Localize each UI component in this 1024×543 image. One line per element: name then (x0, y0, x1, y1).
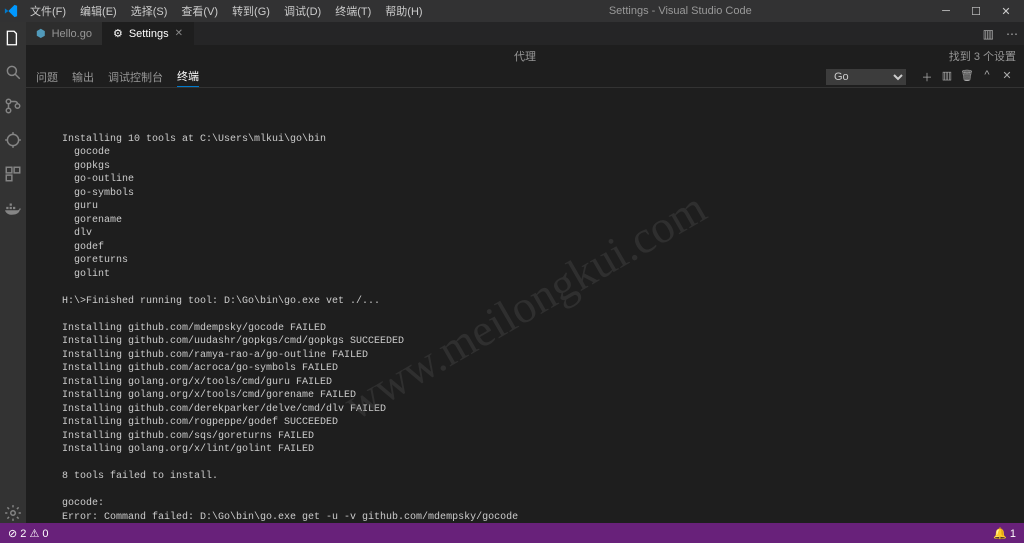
debug-icon[interactable] (3, 130, 23, 150)
docker-icon[interactable] (3, 198, 23, 218)
panel-header: 问题 输出 调试控制台 终端 Go ＋ ▥ 🗑 ^ ✕ (26, 66, 1024, 88)
terminal-line: Installing github.com/rogpeppe/godef SUC… (62, 416, 1014, 430)
vscode-logo-icon (4, 4, 18, 18)
more-actions-icon[interactable]: ⋯ (1000, 22, 1024, 45)
tab-hello-go[interactable]: ⬢ Hello.go (26, 22, 103, 45)
terminal-line: gopkgs (62, 160, 1014, 174)
source-control-icon[interactable] (3, 96, 23, 116)
menu-bar: 文件(F)编辑(E)选择(S)查看(V)转到(G)调试(D)终端(T)帮助(H) (24, 1, 429, 21)
menu-item[interactable]: 编辑(E) (74, 1, 123, 21)
status-notifications[interactable]: 🔔 1 (993, 527, 1016, 540)
menu-item[interactable]: 调试(D) (278, 1, 327, 21)
terminal-line: goreturns (62, 254, 1014, 268)
terminal-line: gocode (62, 146, 1014, 160)
panel-tab-output[interactable]: 输出 (72, 67, 94, 87)
terminal-line (62, 308, 1014, 322)
kill-terminal-icon[interactable]: 🗑 (960, 69, 974, 85)
maximize-panel-icon[interactable]: ^ (980, 69, 994, 85)
titlebar: 文件(F)编辑(E)选择(S)查看(V)转到(G)调试(D)终端(T)帮助(H)… (0, 0, 1024, 22)
menu-item[interactable]: 帮助(H) (379, 1, 428, 21)
menu-item[interactable]: 选择(S) (125, 1, 174, 21)
terminal-line: go-symbols (62, 187, 1014, 201)
window-controls: ─ ☐ ✕ (932, 1, 1020, 21)
panel-tab-terminal[interactable]: 终端 (177, 66, 199, 87)
panel: 问题 输出 调试控制台 终端 Go ＋ ▥ 🗑 ^ ✕ www.meilongk… (26, 66, 1024, 523)
window-title: Settings - Visual Studio Code (429, 5, 932, 17)
terminal-dropdown[interactable]: Go (826, 69, 906, 85)
terminal-line: godef (62, 241, 1014, 255)
terminal-line: Installing golang.org/x/lint/golint FAIL… (62, 443, 1014, 457)
terminal-line: Installing 10 tools at C:\Users\mlkui\go… (62, 133, 1014, 147)
explorer-icon[interactable] (3, 28, 23, 48)
status-errors-warnings[interactable]: ⊘ 2 ⚠ 0 (8, 527, 48, 540)
settings-tab-proxy[interactable]: 代理 (514, 48, 536, 64)
menu-item[interactable]: 文件(F) (24, 1, 72, 21)
tab-label: Hello.go (52, 28, 92, 40)
terminal-line: Installing github.com/derekparker/delve/… (62, 403, 1014, 417)
terminal-line: 8 tools failed to install. (62, 470, 1014, 484)
status-bar: ⊘ 2 ⚠ 0 🔔 1 (0, 523, 1024, 543)
terminal-line: guru (62, 200, 1014, 214)
terminal-line: golint (62, 268, 1014, 282)
terminal-line: Installing golang.org/x/tools/cmd/gorena… (62, 389, 1014, 403)
panel-tab-debug-console[interactable]: 调试控制台 (108, 67, 163, 87)
panel-tab-problems[interactable]: 问题 (36, 67, 58, 87)
terminal-line: Installing golang.org/x/tools/cmd/guru F… (62, 376, 1014, 390)
terminal-line: Installing github.com/acroca/go-symbols … (62, 362, 1014, 376)
close-icon[interactable]: ✕ (175, 28, 183, 39)
terminal-line (62, 457, 1014, 471)
terminal-line: Installing github.com/sqs/goreturns FAIL… (62, 430, 1014, 444)
tab-bar: ⬢ Hello.go ⚙ Settings ✕ ▥ ⋯ (26, 22, 1024, 46)
settings-icon: ⚙ (113, 27, 123, 40)
minimize-button[interactable]: ─ (932, 1, 960, 21)
terminal-output[interactable]: www.meilongkui.com Installing 10 tools a… (26, 88, 1024, 523)
menu-item[interactable]: 转到(G) (226, 1, 276, 21)
terminal-line: Error: Command failed: D:\Go\bin\go.exe … (62, 511, 1014, 524)
terminal-line: gocode: (62, 497, 1014, 511)
settings-breadcrumb: 代理 找到 3 个设置 (26, 46, 1024, 66)
maximize-button[interactable]: ☐ (962, 1, 990, 21)
extensions-icon[interactable] (3, 164, 23, 184)
terminal-line: H:\>Finished running tool: D:\Go\bin\go.… (62, 295, 1014, 309)
go-file-icon: ⬢ (36, 27, 46, 40)
terminal-line: go-outline (62, 173, 1014, 187)
menu-item[interactable]: 查看(V) (175, 1, 224, 21)
new-terminal-icon[interactable]: ＋ (920, 69, 934, 85)
tab-settings[interactable]: ⚙ Settings ✕ (103, 22, 194, 45)
terminal-line: Installing github.com/uudashr/gopkgs/cmd… (62, 335, 1014, 349)
activity-bar (0, 22, 26, 523)
close-button[interactable]: ✕ (992, 1, 1020, 21)
close-panel-icon[interactable]: ✕ (1000, 69, 1014, 85)
tab-label: Settings (129, 28, 169, 40)
terminal-line: Installing github.com/mdempsky/gocode FA… (62, 322, 1014, 336)
terminal-line (62, 281, 1014, 295)
split-editor-icon[interactable]: ▥ (977, 22, 1000, 45)
terminal-line: gorename (62, 214, 1014, 228)
settings-count: 找到 3 个设置 (949, 48, 1016, 64)
terminal-line: Installing github.com/ramya-rao-a/go-out… (62, 349, 1014, 363)
split-terminal-icon[interactable]: ▥ (940, 69, 954, 85)
terminal-line (62, 484, 1014, 498)
menu-item[interactable]: 终端(T) (329, 1, 377, 21)
settings-gear-icon[interactable] (3, 503, 23, 523)
search-icon[interactable] (3, 62, 23, 82)
terminal-line: dlv (62, 227, 1014, 241)
